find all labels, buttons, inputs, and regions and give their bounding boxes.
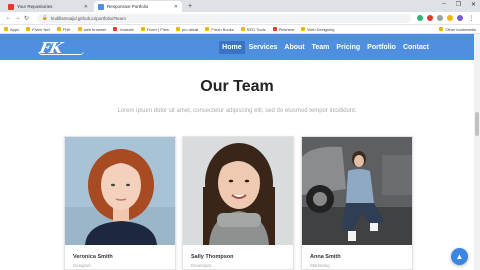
- extension-icon[interactable]: [447, 15, 453, 21]
- section-subtitle: Lorem ipsum dolor sit amet, consectetur …: [117, 108, 357, 114]
- tab-title: Responsive Portfolio: [107, 4, 149, 9]
- globe-icon: [98, 3, 104, 10]
- menu-contact[interactable]: Contact: [400, 41, 432, 54]
- address-bar[interactable]: 🔒 hndillamsajid.github.io/portfolio/#tea…: [37, 13, 411, 23]
- youtube-icon: [8, 3, 14, 10]
- member-photo: [65, 137, 175, 245]
- bookmark-label: pro detail: [181, 26, 199, 32]
- close-window-button[interactable]: ✕: [471, 1, 476, 8]
- bookmark-icon: [56, 27, 61, 31]
- other-bookmarks[interactable]: Other bookmarks: [439, 27, 476, 32]
- browser-tab-repositories[interactable]: Your Repositories ✕: [4, 1, 92, 12]
- browser-tab-portfolio[interactable]: Responsive Portfolio ✕: [94, 1, 182, 12]
- extension-icon[interactable]: [437, 15, 443, 21]
- forward-icon[interactable]: →: [13, 15, 22, 21]
- close-tab-icon[interactable]: ✕: [84, 4, 88, 10]
- bookmark-icon: [240, 27, 245, 31]
- menu-portfolio[interactable]: Portfolio: [364, 41, 399, 54]
- bookmark-icon: [272, 27, 277, 31]
- window-controls: – ❐ ✕: [442, 1, 476, 8]
- bookmark-item[interactable]: Pinterest: [272, 26, 295, 32]
- team-card[interactable]: Anna Smith Marketing: [301, 136, 413, 270]
- bookmark-icon: [77, 27, 82, 31]
- member-role: Designer: [73, 263, 92, 268]
- tab-title: Your Repositories: [17, 4, 53, 9]
- bookmark-item[interactable]: Fiverr Net: [26, 27, 50, 32]
- logo-swoosh: [38, 51, 84, 55]
- bookmark-item[interactable]: Fiverr | Files: [140, 26, 169, 32]
- extension-icon[interactable]: [427, 15, 433, 21]
- bookmark-item[interactable]: Web Designing: [301, 27, 334, 32]
- bookmark-item[interactable]: Fresh Books: [205, 26, 234, 32]
- reload-icon[interactable]: ↻: [22, 15, 31, 22]
- bookmark-label: Apps: [10, 26, 20, 32]
- section-title: Our Team: [200, 78, 274, 95]
- bookmark-label: Other bookmarks: [445, 26, 476, 32]
- browser-toolbar: ← → ↻ 🔒 hndillamsajid.github.io/portfoli…: [0, 12, 480, 25]
- close-tab-icon[interactable]: ✕: [174, 4, 178, 10]
- menu-dots-icon[interactable]: ⋮: [467, 15, 476, 22]
- profile-avatar[interactable]: [457, 15, 463, 21]
- bookmarks-bar: Apps Fiverr Net FHK web browser Youtube …: [0, 25, 480, 34]
- bookmark-label: SEO Tools: [246, 26, 266, 32]
- member-photo: [183, 137, 293, 245]
- bookmark-label: Fiverr | Files: [146, 26, 169, 32]
- bookmark-label: Fiverr Net: [32, 26, 50, 32]
- bookmark-icon: [140, 27, 145, 31]
- bookmark-icon: [4, 27, 8, 31]
- member-name: Veronica Smith: [73, 254, 113, 260]
- bookmark-label: Web Designing: [307, 26, 335, 32]
- bookmark-label: Youtube: [119, 26, 134, 32]
- bookmark-icon: [26, 27, 31, 31]
- menu-home[interactable]: Home: [219, 40, 245, 54]
- bookmark-label: web browser: [83, 26, 107, 32]
- member-name: Sally Thompson: [191, 254, 234, 260]
- bookmark-item[interactable]: pro detail: [175, 26, 199, 32]
- page-scrollbar[interactable]: [474, 34, 480, 270]
- bookmark-item[interactable]: Youtube: [113, 27, 134, 32]
- new-tab-button[interactable]: +: [184, 1, 196, 12]
- url-text: hndillamsajid.github.io/portfolio/#team: [50, 15, 126, 21]
- maximize-button[interactable]: ❐: [456, 1, 461, 8]
- menu-team[interactable]: Team: [309, 41, 333, 54]
- back-icon[interactable]: ←: [4, 15, 13, 21]
- member-role: Developer: [191, 263, 212, 268]
- member-photo: [302, 137, 412, 245]
- bookmark-icon: [301, 27, 306, 31]
- team-card[interactable]: Veronica Smith Designer: [64, 136, 176, 270]
- site-menu: Home Services About Team Pricing Portfol…: [218, 34, 432, 60]
- bookmark-label: Pinterest: [278, 26, 295, 32]
- bookmark-item[interactable]: web browser: [77, 26, 107, 32]
- extensions: ⋮: [417, 15, 476, 22]
- scroll-top-button[interactable]: ▲: [451, 248, 468, 265]
- extension-icon[interactable]: [417, 15, 423, 21]
- menu-about[interactable]: About: [281, 41, 307, 54]
- site-header: FK Home Services About Team Pricing Port…: [0, 34, 474, 60]
- bookmark-icon: [175, 27, 180, 31]
- minimize-button[interactable]: –: [442, 1, 445, 8]
- bookmark-item[interactable]: FHK: [56, 26, 71, 32]
- bookmark-item[interactable]: Apps: [4, 27, 19, 32]
- folder-icon: [439, 27, 444, 31]
- member-role: Marketing: [310, 263, 330, 268]
- member-name: Anna Smith: [310, 254, 341, 260]
- bookmark-label: Fresh Books: [211, 26, 234, 32]
- lock-icon: 🔒: [42, 15, 48, 20]
- scrollbar-thumb[interactable]: [475, 112, 479, 136]
- bookmark-item[interactable]: SEO Tools: [240, 26, 266, 32]
- bookmark-icon: [205, 27, 210, 31]
- bookmark-label: FHK: [62, 26, 71, 32]
- team-card[interactable]: Sally Thompson Developer: [182, 136, 294, 270]
- menu-services[interactable]: Services: [246, 41, 281, 54]
- browser-tab-bar: Your Repositories ✕ Responsive Portfolio…: [0, 0, 480, 12]
- bookmark-icon: [113, 27, 118, 31]
- menu-pricing[interactable]: Pricing: [333, 41, 363, 54]
- arrow-up-icon: ▲: [455, 252, 464, 261]
